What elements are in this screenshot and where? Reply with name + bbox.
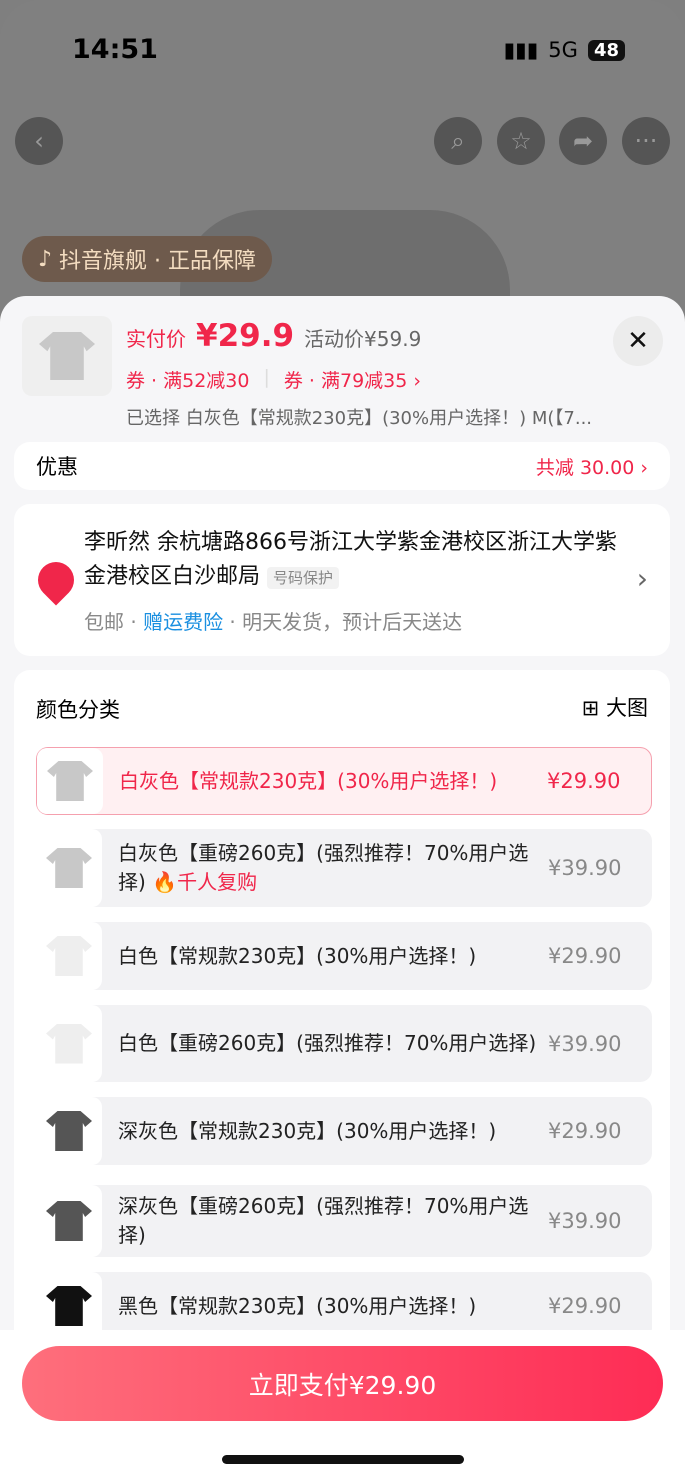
share-icon[interactable]: ➦: [559, 117, 607, 165]
variant-price: ¥29.90: [548, 1294, 622, 1318]
price-label: 实付价: [126, 327, 186, 351]
home-indicator: [222, 1455, 464, 1464]
big-image-toggle[interactable]: ⊞ 大图: [582, 692, 648, 722]
variant-name: 白色【常规款230克】(30%用户选择！): [102, 942, 548, 971]
variant-thumbnail: [36, 1097, 102, 1165]
price-line: 实付价 ¥29.9 活动价¥59.9: [126, 318, 421, 354]
variant-price: ¥39.90: [548, 1209, 622, 1233]
variant-name: 深灰色【重磅260克】(强烈推荐！70%用户选择): [102, 1192, 548, 1250]
variant-option[interactable]: 深灰色【常规款230克】(30%用户选择！) ¥29.90: [36, 1097, 652, 1165]
variant-price: ¥29.90: [547, 769, 621, 793]
variant-price: ¥39.90: [548, 856, 622, 880]
tiktok-icon: ♪: [38, 246, 60, 272]
variant-name-text: 深灰色【重磅260克】(强烈推荐！70%用户选择): [118, 1194, 529, 1247]
variant-option[interactable]: 白色【常规款230克】(30%用户选择！) ¥29.90: [36, 922, 652, 990]
coupon-2[interactable]: 券 · 满79减35 ›: [284, 366, 421, 393]
address-card[interactable]: 李昕然 余杭塘路866号浙江大学紫金港校区浙江大学紫金港校区白沙邮局 号码保护 …: [14, 504, 670, 656]
variant-option[interactable]: 白色【重磅260克】(强烈推荐！70%用户选择) ¥39.90: [36, 1005, 652, 1082]
signal-icon: ▮▮▮: [503, 38, 539, 62]
variant-name-text: 白色【常规款230克】(30%用户选择！): [118, 943, 477, 968]
variant-name-text: 白色【重磅260克】(强烈推荐！70%用户选择): [118, 1031, 537, 1055]
variant-tag: 千人复购: [177, 870, 258, 894]
fire-icon: 🔥: [152, 870, 178, 894]
pay-button[interactable]: 立即支付¥29.90: [22, 1346, 663, 1421]
variant-title: 颜色分类: [36, 698, 120, 722]
coupon-1[interactable]: 券 · 满52减30: [126, 366, 249, 393]
variant-price: ¥39.90: [548, 1031, 622, 1056]
location-icon: [30, 554, 82, 606]
variant-thumbnail: [36, 922, 102, 990]
chevron-right-icon: ›: [636, 562, 648, 595]
shipping-info: 包邮 · 赠运费险 · 明天发货，预计后天送达: [84, 606, 462, 635]
shipping-insurance-link[interactable]: 赠运费险: [143, 610, 223, 634]
search-icon[interactable]: ⌕: [434, 117, 482, 165]
variant-price: ¥29.90: [548, 944, 622, 968]
original-price: 活动价¥59.9: [304, 327, 422, 351]
coupons[interactable]: 券 · 满52减30 | 券 · 满79减35 ›: [126, 366, 421, 393]
variant-name: 白灰色【重磅260克】(强烈推荐！70%用户选择) 🔥千人复购: [102, 839, 548, 897]
privacy-tag: 号码保护: [267, 567, 340, 589]
variant-thumbnail: [36, 829, 102, 907]
status-time: 14:51: [72, 34, 158, 65]
variant-option[interactable]: 白灰色【常规款230克】(30%用户选择！) ¥29.90: [36, 747, 652, 815]
variant-name: 深灰色【常规款230克】(30%用户选择！): [102, 1117, 548, 1146]
variant-name-text: 深灰色【常规款230克】(30%用户选择！): [118, 1118, 497, 1143]
selected-summary: 已选择 白灰色【常规款230克】(30%用户选择！) M(【7...: [126, 408, 593, 429]
address-line: 李昕然 余杭塘路866号浙江大学紫金港校区浙江大学紫金港校区白沙邮局: [84, 530, 617, 589]
more-icon[interactable]: ···: [622, 117, 670, 165]
discount-value: 共减 30.00 ›: [535, 456, 648, 479]
badge-text: 抖音旗舰 · 正品保障: [59, 249, 257, 274]
variant-thumbnail: [36, 1185, 102, 1257]
ship-free: 包邮 ·: [84, 610, 144, 634]
ship-eta: · 明天发货，预计后天送达: [223, 610, 463, 634]
back-button[interactable]: ‹: [15, 117, 63, 165]
battery: 48: [587, 39, 625, 61]
big-image-label: 大图: [606, 696, 648, 720]
star-icon[interactable]: ☆: [497, 117, 545, 165]
discount-label: 优惠: [36, 455, 78, 479]
address-text: 李昕然 余杭塘路866号浙江大学紫金港校区浙江大学紫金港校区白沙邮局 号码保护: [84, 526, 624, 595]
variant-name-text: 白灰色【常规款230克】(30%用户选择！): [119, 768, 498, 793]
grid-icon: ⊞: [581, 696, 606, 720]
variant-name-text: 黑色【常规款230克】(30%用户选择！): [118, 1293, 477, 1318]
variant-name: 白灰色【常规款230克】(30%用户选择！): [103, 767, 547, 796]
network: 5G: [548, 38, 578, 62]
variant-thumbnail: [37, 748, 103, 814]
variant-name: 黑色【常规款230克】(30%用户选择！): [102, 1292, 548, 1321]
variant-price: ¥29.90: [548, 1119, 622, 1143]
close-button[interactable]: ✕: [613, 316, 663, 366]
variant-name: 白色【重磅260克】(强烈推荐！70%用户选择): [102, 1029, 548, 1058]
variant-option[interactable]: 白灰色【重磅260克】(强烈推荐！70%用户选择) 🔥千人复购 ¥39.90: [36, 829, 652, 907]
flagship-badge: ♪ 抖音旗舰 · 正品保障: [22, 236, 273, 282]
variant-option[interactable]: 深灰色【重磅260克】(强烈推荐！70%用户选择) ¥39.90: [36, 1185, 652, 1257]
product-thumbnail: [22, 316, 112, 396]
price: ¥29.9: [196, 318, 295, 354]
variant-thumbnail: [36, 1005, 102, 1082]
status-right: ▮▮▮ 5G 48: [504, 38, 625, 62]
discount-row[interactable]: 优惠 共减 30.00 ›: [14, 442, 670, 490]
